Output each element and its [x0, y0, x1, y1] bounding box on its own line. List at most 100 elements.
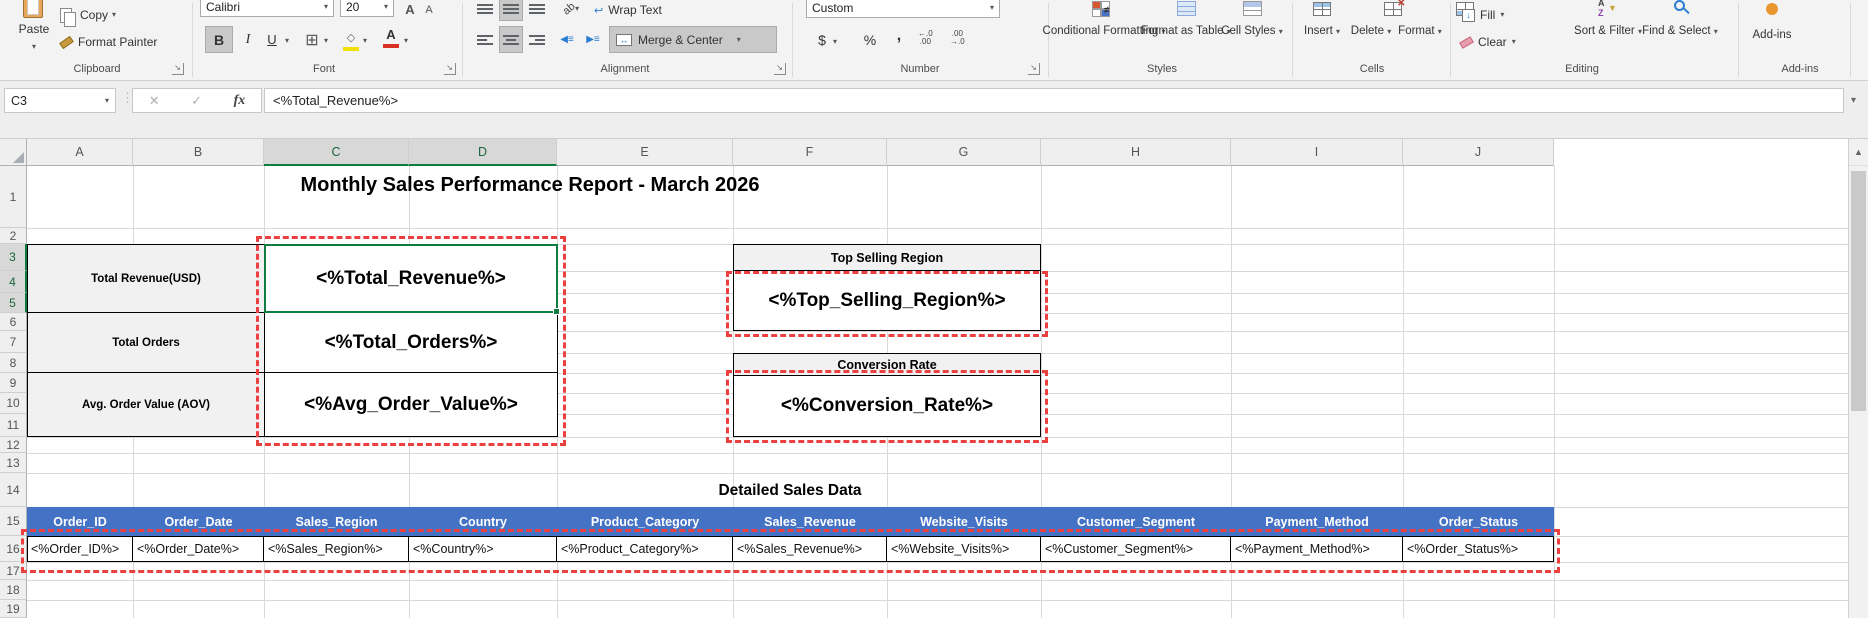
align-center-button[interactable] — [499, 26, 523, 53]
currency-dropdown-icon[interactable]: ▾ — [833, 37, 837, 47]
comma-style-button[interactable]: , — [892, 24, 906, 48]
summary-label-cell[interactable]: Total Orders — [27, 312, 265, 373]
report-title-cell[interactable]: Monthly Sales Performance Report - March… — [230, 174, 830, 197]
summary-value-cell[interactable]: <%Total_Orders%> — [264, 312, 558, 373]
row-header-1[interactable]: 1 — [0, 166, 27, 228]
enter-icon[interactable]: ✓ — [191, 93, 202, 109]
row-header-2[interactable]: 2 — [0, 228, 27, 244]
table-value-cell[interactable]: <%Sales_Region%> — [264, 536, 409, 562]
kpi-header-cell[interactable]: Conversion Rate — [733, 353, 1041, 376]
number-dialog-launcher[interactable]: ↘ — [1028, 63, 1040, 75]
row-header-17[interactable]: 17 — [0, 562, 27, 580]
table-header-cell[interactable]: Sales_Revenue — [733, 507, 887, 536]
insert-function-icon[interactable]: fx — [234, 93, 246, 109]
number-format-dropdown-icon[interactable]: ▾ — [990, 3, 994, 13]
kpi-value-cell[interactable]: <%Top_Selling_Region%> — [733, 270, 1041, 331]
scroll-up-icon[interactable]: ▲ — [1849, 139, 1868, 166]
row-header-16[interactable]: 16 — [0, 536, 27, 562]
table-value-cell[interactable]: <%Order_ID%> — [27, 536, 133, 562]
merge-center-button[interactable]: ↔ Merge & Center ▾ — [609, 26, 777, 53]
fill-color-dropdown-icon[interactable]: ▾ — [363, 36, 367, 46]
column-header-G[interactable]: G — [887, 139, 1041, 166]
fill-color-button[interactable]: ◇ — [342, 28, 360, 52]
alignment-dialog-launcher[interactable]: ↘ — [774, 63, 786, 75]
summary-label-cell[interactable]: Avg. Order Value (AOV) — [27, 372, 265, 437]
table-value-cell[interactable]: <%Website_Visits%> — [887, 536, 1041, 562]
font-color-button[interactable]: A — [382, 26, 400, 52]
decrease-font-icon[interactable]: A — [422, 2, 436, 18]
sort-filter-button[interactable]: Sort & Filter ▾ — [1574, 24, 1642, 39]
format-as-table-button[interactable]: Format as Table ▾ — [1141, 24, 1230, 39]
table-value-cell[interactable]: <%Product_Category%> — [557, 536, 733, 562]
column-header-C[interactable]: C — [264, 139, 409, 166]
font-family-combo[interactable]: Calibri ▾ — [200, 0, 334, 17]
underline-button[interactable]: U — [262, 27, 282, 52]
name-box-dropdown-icon[interactable]: ▾ — [105, 96, 109, 106]
row-header-5[interactable]: 5 — [0, 293, 27, 313]
column-header-E[interactable]: E — [557, 139, 733, 166]
row-header-8[interactable]: 8 — [0, 353, 27, 373]
insert-button[interactable]: Insert ▾ — [1304, 24, 1340, 39]
borders-dropdown-icon[interactable]: ▾ — [324, 36, 328, 46]
decrease-indent-icon[interactable]: ◀≡ — [556, 27, 578, 52]
bold-button[interactable]: B — [205, 26, 233, 53]
table-value-cell[interactable]: <%Customer_Segment%> — [1041, 536, 1231, 562]
kpi-value-cell[interactable]: <%Conversion_Rate%> — [733, 375, 1041, 437]
table-title-cell[interactable]: Detailed Sales Data — [490, 482, 1090, 500]
align-right-button[interactable] — [526, 27, 548, 52]
align-bottom-button[interactable] — [526, 0, 548, 20]
font-dialog-launcher[interactable]: ↘ — [444, 63, 456, 75]
row-header-18[interactable]: 18 — [0, 580, 27, 600]
percent-style-button[interactable]: % — [860, 28, 880, 52]
table-header-cell[interactable]: Order_Status — [1403, 507, 1554, 536]
font-size-dropdown-icon[interactable]: ▾ — [384, 2, 388, 12]
row-header-14[interactable]: 14 — [0, 473, 27, 507]
italic-button[interactable]: I — [238, 27, 258, 52]
row-header-15[interactable]: 15 — [0, 507, 27, 536]
copy-button[interactable]: Copy ▾ — [60, 5, 116, 27]
copy-dropdown-icon[interactable]: ▾ — [112, 10, 116, 20]
column-header-F[interactable]: F — [733, 139, 887, 166]
table-value-cell[interactable]: <%Order_Date%> — [133, 536, 264, 562]
row-header-10[interactable]: 10 — [0, 393, 27, 414]
expand-formula-bar-icon[interactable]: ▾ — [1851, 96, 1856, 106]
column-header-H[interactable]: H — [1041, 139, 1231, 166]
kpi-header-cell[interactable]: Top Selling Region — [733, 244, 1041, 271]
row-header-19[interactable]: 19 — [0, 600, 27, 618]
add-ins-button[interactable]: Add-ins — [1753, 28, 1792, 43]
column-header-D[interactable]: D — [409, 139, 557, 166]
table-value-cell[interactable]: <%Sales_Revenue%> — [733, 536, 887, 562]
cancel-icon[interactable]: ✕ — [149, 93, 160, 109]
table-header-cell[interactable]: Payment_Method — [1231, 507, 1403, 536]
font-size-combo[interactable]: 20 ▾ — [340, 0, 394, 17]
clipboard-dialog-launcher[interactable]: ↘ — [172, 63, 184, 75]
row-header-4[interactable]: 4 — [0, 271, 27, 293]
table-header-cell[interactable]: Order_Date — [133, 507, 264, 536]
increase-decimal-icon[interactable]: ←.0.00 — [918, 30, 933, 46]
row-header-12[interactable]: 12 — [0, 437, 27, 453]
table-header-cell[interactable]: Product_Category — [557, 507, 733, 536]
summary-value-cell[interactable]: <%Avg_Order_Value%> — [264, 372, 558, 437]
font-family-dropdown-icon[interactable]: ▾ — [324, 2, 328, 12]
vertical-scrollbar[interactable]: ▲ — [1848, 139, 1868, 618]
align-left-button[interactable] — [474, 27, 496, 52]
table-header-cell[interactable]: Sales_Region — [264, 507, 409, 536]
fill-handle[interactable] — [553, 308, 560, 315]
row-header-13[interactable]: 13 — [0, 453, 27, 473]
underline-dropdown-icon[interactable]: ▾ — [285, 36, 289, 46]
format-dropdown-icon[interactable]: ▾ — [1438, 27, 1442, 36]
name-box[interactable]: C3 ▾ — [4, 88, 116, 113]
fill-dropdown-icon[interactable]: ▾ — [1500, 10, 1504, 20]
increase-indent-icon[interactable]: ▶≡ — [582, 27, 604, 52]
decrease-decimal-icon[interactable]: .00 →.0 — [950, 30, 965, 46]
table-header-cell[interactable]: Country — [409, 507, 557, 536]
clear-dropdown-icon[interactable]: ▾ — [1512, 37, 1516, 47]
orientation-button[interactable]: ab ▾ — [556, 0, 586, 20]
column-header-J[interactable]: J — [1403, 139, 1554, 166]
table-header-cell[interactable]: Customer_Segment — [1041, 507, 1231, 536]
increase-font-icon[interactable]: A — [402, 0, 418, 18]
column-header-B[interactable]: B — [133, 139, 264, 166]
format-painter-button[interactable]: Format Painter — [59, 32, 157, 52]
currency-button[interactable]: $ — [814, 28, 830, 52]
summary-label-cell[interactable]: Total Revenue(USD) — [27, 244, 265, 313]
